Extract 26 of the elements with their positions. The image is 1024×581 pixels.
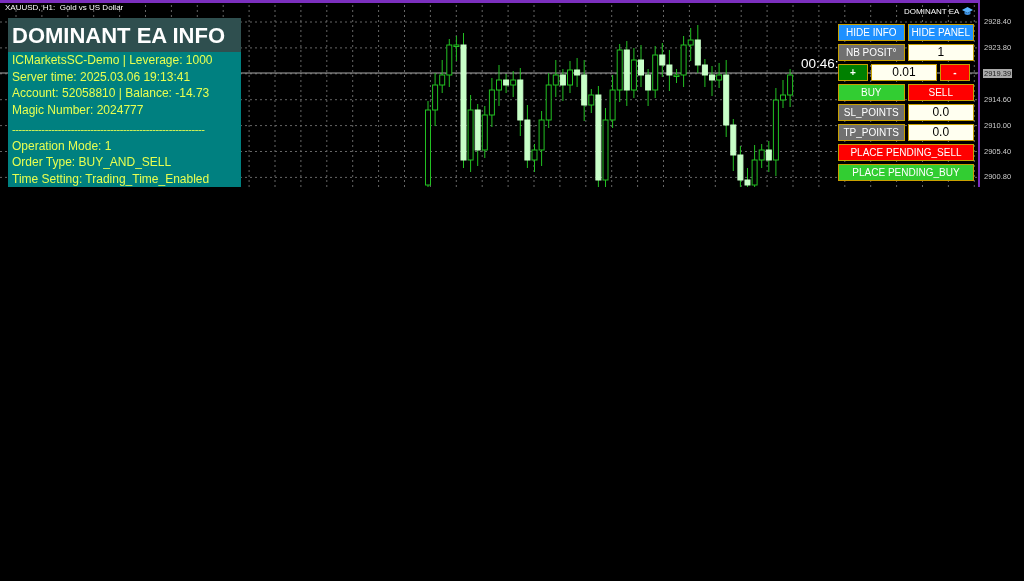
countdown-timer: 00:46: [801, 57, 839, 71]
action-button[interactable]: SELL [907, 84, 974, 101]
info-text: Server time: 2025.03.06 19:13:41 [11, 68, 192, 86]
separator-line: ----------------------------------------------------------- [11, 122, 206, 138]
info-text: Time Setting: Trading_Time_Enabled [11, 170, 211, 187]
action-button[interactable]: HIDE PANEL [907, 24, 974, 41]
graduation-cap-icon [962, 7, 974, 16]
value-field[interactable]: 0.0 [907, 104, 974, 121]
value-field[interactable]: 0.0 [907, 124, 974, 141]
value-field[interactable]: 1 [907, 44, 974, 61]
chart-title: XAUUSD, H1: Gold vs US Dollar [5, 4, 124, 12]
info-text: Operation Mode: 1 [11, 137, 113, 155]
action-button[interactable]: SL_POINTS [838, 104, 905, 121]
value-field[interactable]: 0.01 [871, 64, 937, 81]
action-button[interactable]: TP_POINTS [838, 124, 905, 141]
step-button[interactable]: - [940, 64, 970, 81]
info-text: Account: 52058810 | Balance: -14.73 [11, 85, 211, 102]
info-text: Magic Number: 2024777 [11, 101, 145, 119]
action-button[interactable]: NB POSIT° [838, 44, 905, 61]
action-button[interactable]: PLACE PENDING_SELL [838, 144, 974, 161]
ea-label: DOMINANT EA [904, 7, 960, 16]
step-button[interactable]: + [838, 64, 868, 81]
action-button[interactable]: HIDE INFO [838, 24, 905, 41]
panel-title: DOMINANT EA INFO [8, 18, 241, 53]
info-text: Order Type: BUY_AND_SELL [11, 154, 173, 171]
info-text: ICMarketsSC-Demo | Leverage: 1000 [11, 52, 214, 69]
